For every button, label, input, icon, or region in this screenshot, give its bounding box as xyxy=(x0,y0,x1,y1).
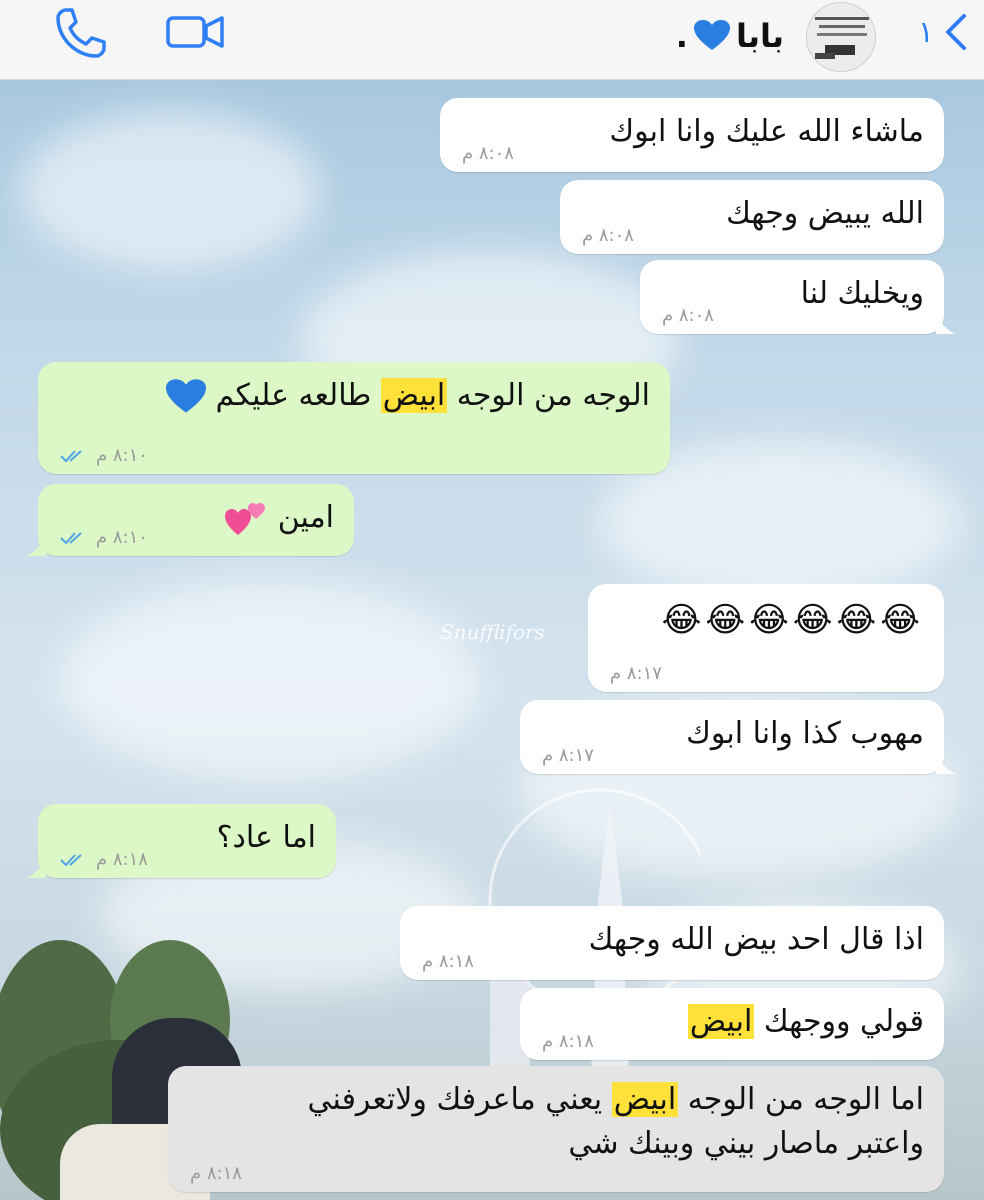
message-text: الله يبيض وجهك xyxy=(726,196,924,231)
text-part: امين xyxy=(277,500,334,535)
message-text: قولي ووجهك ابيض xyxy=(687,1002,924,1043)
text-part: قولي ووجهك xyxy=(754,1004,924,1039)
message-text: اذا قال احد بيض الله وجهك xyxy=(588,922,924,957)
message-incoming-selected[interactable]: اما الوجه من الوجه ابيض يعني ماعرفك ولات… xyxy=(168,1066,944,1192)
message-outgoing[interactable]: الوجه من الوجه ابيض طالعه عليكم ٨:١٠ م xyxy=(38,362,670,474)
message-incoming[interactable]: الله يبيض وجهك ٨:٠٨ م xyxy=(560,180,944,254)
message-time: ٨:٠٨ م xyxy=(582,225,634,246)
two-hearts-icon xyxy=(225,502,266,535)
watermark-text: Snufflifors xyxy=(440,620,545,644)
blue-heart-icon xyxy=(693,20,730,50)
message-text: 😂😂😂😂😂😂 xyxy=(661,600,924,640)
phone-icon xyxy=(56,8,106,58)
contact-name-suffix: . xyxy=(675,17,688,55)
video-call-button[interactable] xyxy=(166,12,226,52)
highlighted-word: ابيض xyxy=(380,378,448,413)
message-meta: ٨:١٨ م xyxy=(422,951,474,972)
double-check-read-icon xyxy=(60,449,82,462)
message-incoming[interactable]: 😂😂😂😂😂😂 ٨:١٧ م xyxy=(588,584,944,692)
message-meta: ٨:١٧ م xyxy=(610,663,662,684)
text-part: يعني ماعرفك ولاتعرفني xyxy=(307,1082,612,1117)
message-outgoing[interactable]: اما عاد؟ ٨:١٨ م xyxy=(26,804,336,878)
message-incoming[interactable]: اذا قال احد بيض الله وجهك ٨:١٨ م xyxy=(400,906,944,980)
contact-name-text: بابا xyxy=(735,17,784,55)
message-time: ٨:١٠ م xyxy=(96,527,148,548)
back-button[interactable]: ١ xyxy=(898,8,968,56)
message-time: ٨:٠٨ م xyxy=(462,143,514,164)
message-meta: ٨:٠٨ م xyxy=(662,305,714,326)
message-time: ٨:١٨ م xyxy=(96,849,148,870)
message-incoming[interactable]: قولي ووجهك ابيض ٨:١٨ م xyxy=(520,988,944,1060)
contact-avatar[interactable] xyxy=(806,2,876,72)
message-text: اما الوجه من الوجه ابيض يعني ماعرفك ولات… xyxy=(308,1078,924,1165)
chevron-left-icon xyxy=(946,14,966,50)
message-meta: ٨:١٠ م xyxy=(60,527,148,548)
message-time: ٨:١٧ م xyxy=(542,745,594,766)
bubble-tail xyxy=(936,314,956,334)
bubble-tail xyxy=(26,858,46,878)
message-meta: ٨:١٨ م xyxy=(542,1031,594,1052)
message-meta: ٨:١٨ م xyxy=(60,849,148,870)
blue-heart-icon xyxy=(166,378,206,413)
message-text: الوجه من الوجه ابيض طالعه عليكم xyxy=(166,376,650,417)
text-part: طالعه عليكم xyxy=(215,378,381,413)
message-meta: ٨:٠٨ م xyxy=(582,225,634,246)
message-meta: ٨:١٧ م xyxy=(542,745,594,766)
message-meta: ٨:١٨ م xyxy=(190,1163,242,1184)
message-text: اما عاد؟ xyxy=(216,820,316,855)
highlighted-word: ابيض xyxy=(611,1082,679,1117)
message-meta: ٨:١٠ م xyxy=(60,445,148,466)
message-text: امين xyxy=(224,498,334,539)
double-check-read-icon xyxy=(60,853,82,866)
message-outgoing[interactable]: امين ٨:١٠ م xyxy=(26,484,354,556)
video-camera-icon xyxy=(166,16,224,48)
voice-call-button[interactable] xyxy=(54,6,108,60)
message-time: ٨:١٠ م xyxy=(96,445,148,466)
message-incoming[interactable]: مهوب كذا وانا ابوك ٨:١٧ م xyxy=(520,700,956,774)
message-time: ٨:١٨ م xyxy=(190,1163,242,1184)
message-incoming[interactable]: ويخليك لنا ٨:٠٨ م xyxy=(640,260,956,334)
message-time: ٨:١٧ م xyxy=(610,663,662,684)
text-part: الوجه من الوجه xyxy=(447,378,650,413)
message-text: ويخليك لنا xyxy=(800,276,924,311)
double-check-read-icon xyxy=(60,531,82,544)
message-time: ٨:١٨ م xyxy=(542,1031,594,1052)
bubble-tail xyxy=(26,536,46,556)
message-text: مهوب كذا وانا ابوك xyxy=(686,716,924,751)
bubble-tail xyxy=(936,754,956,774)
highlighted-word: ابيض xyxy=(687,1004,755,1039)
text-part: واعتبر ماصار بيني وبينك شي xyxy=(568,1125,924,1161)
avatar-image xyxy=(807,3,875,71)
message-meta: ٨:٠٨ م xyxy=(462,143,514,164)
message-time: ٨:٠٨ م xyxy=(662,305,714,326)
message-time: ٨:١٨ م xyxy=(422,951,474,972)
text-part: اما الوجه من الوجه xyxy=(678,1082,924,1117)
message-text: ماشاء الله عليك وانا ابوك xyxy=(609,114,924,149)
chat-header: ١ بابا . xyxy=(0,0,984,80)
unread-count: ١ xyxy=(917,14,934,50)
message-incoming[interactable]: ماشاء الله عليك وانا ابوك ٨:٠٨ م xyxy=(440,98,944,172)
contact-name[interactable]: بابا . xyxy=(676,12,784,60)
